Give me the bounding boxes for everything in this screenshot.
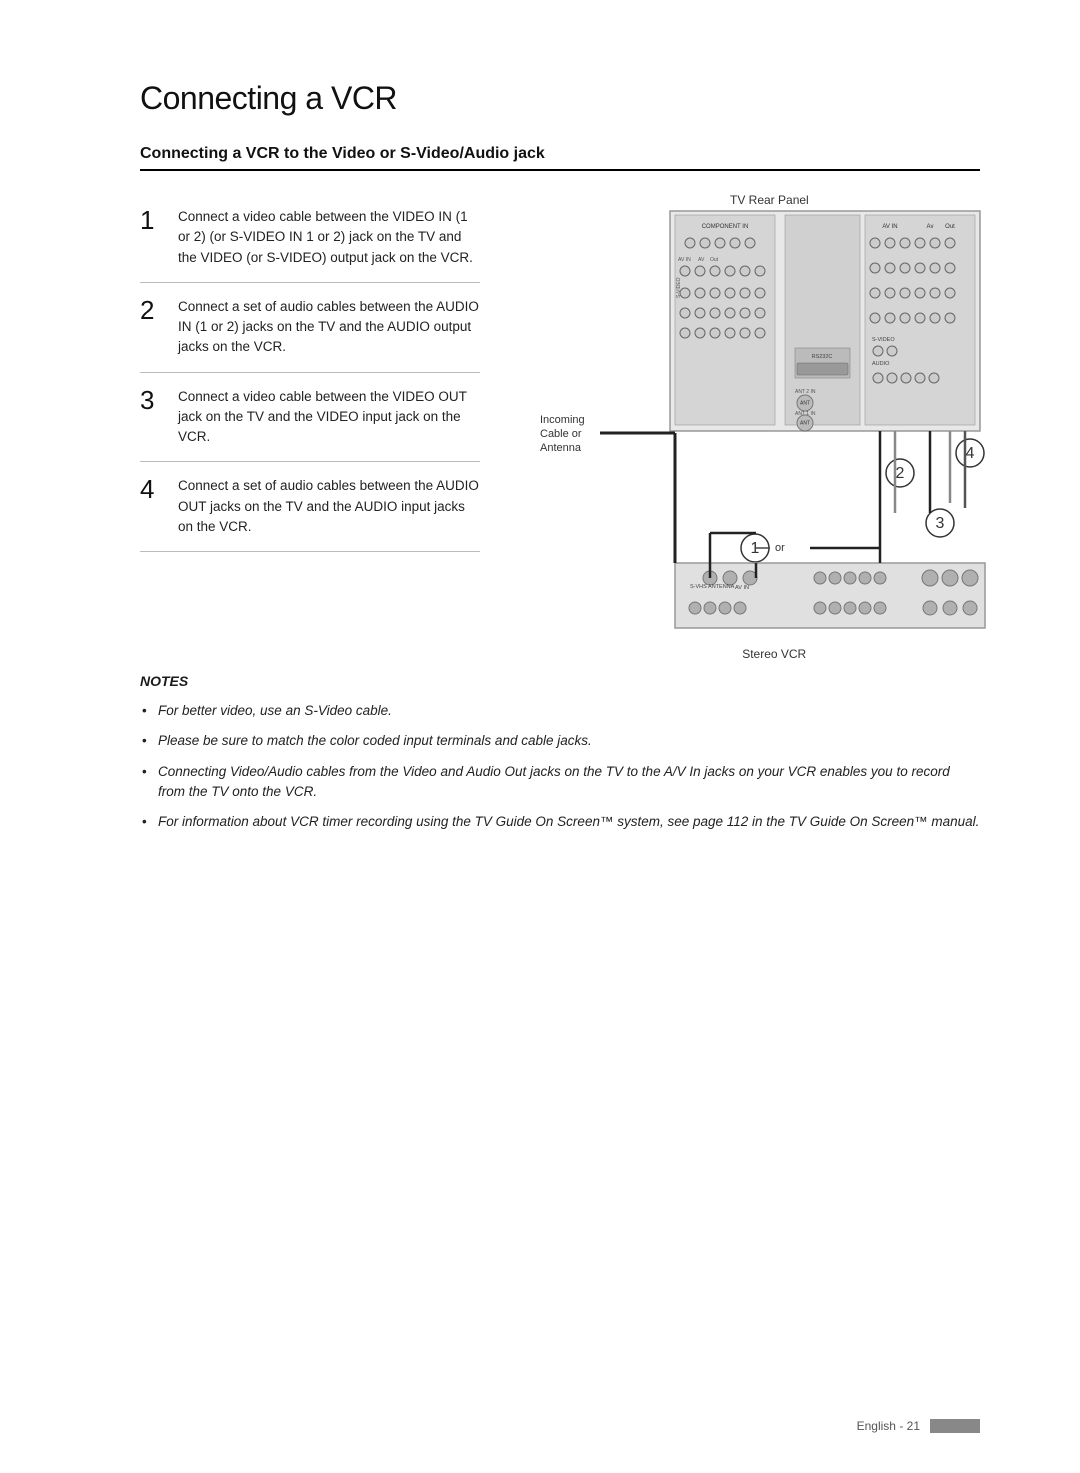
svg-text:AV: AV [698,257,705,263]
svg-text:Out: Out [710,257,719,263]
notes-section: NOTES For better video, use an S-Video c… [140,673,980,832]
stereo-vcr-label: Stereo VCR [742,647,806,661]
svg-text:ANT 2 IN: ANT 2 IN [795,389,816,395]
svg-text:RS232C: RS232C [812,354,833,360]
note-item-1: For better video, use an S-Video cable. [140,701,980,721]
diagram-area: TV Rear Panel COMPONENT IN AV IN [510,193,1000,643]
svg-text:AV IN: AV IN [735,585,749,591]
svg-text:AV IN: AV IN [678,257,691,263]
step-3-number: 3 [140,387,164,448]
page: Connecting a VCR Connecting a VCR to the… [0,0,1080,1473]
notes-list: For better video, use an S-Video cable. … [140,701,980,832]
page-footer: English - 21 [857,1419,980,1433]
step-4-text: Connect a set of audio cables between th… [178,476,480,537]
svg-text:Antenna: Antenna [540,442,582,454]
svg-text:AUDIO: AUDIO [872,361,890,367]
note-item-2: Please be sure to match the color coded … [140,731,980,751]
svg-text:2: 2 [896,465,905,482]
step-4-number: 4 [140,476,164,537]
svg-text:Cable or: Cable or [540,428,582,440]
steps-column: 1 Connect a video cable between the VIDE… [140,193,480,643]
svg-text:AV IN: AV IN [882,224,897,230]
step-2: 2 Connect a set of audio cables between … [140,283,480,373]
step-3-text: Connect a video cable between the VIDEO … [178,387,480,448]
svg-text:3: 3 [936,515,945,532]
svg-text:ANT: ANT [800,400,810,406]
notes-title: NOTES [140,673,980,689]
svg-text:Av: Av [927,224,934,230]
content-area: 1 Connect a video cable between the VIDE… [140,193,980,643]
section-title: Connecting a VCR to the Video or S-Video… [140,145,980,171]
svg-text:S-VHS ANTENNA: S-VHS ANTENNA [690,584,735,590]
svg-text:ANT 1 IN: ANT 1 IN [795,411,816,417]
step-3: 3 Connect a video cable between the VIDE… [140,373,480,463]
svg-text:S-VIDEO: S-VIDEO [872,337,895,343]
note-item-4: For information about VCR timer recordin… [140,812,980,832]
connection-diagram: COMPONENT IN AV IN AV Out [510,193,1000,643]
page-footer-bar [930,1419,980,1433]
svg-text:or: or [775,542,785,554]
svg-text:ANT: ANT [800,420,810,426]
step-2-text: Connect a set of audio cables between th… [178,297,480,358]
svg-text:4: 4 [966,445,975,462]
step-4: 4 Connect a set of audio cables between … [140,462,480,552]
step-1-number: 1 [140,207,164,268]
note-item-3: Connecting Video/Audio cables from the V… [140,762,980,803]
step-1-text: Connect a video cable between the VIDEO … [178,207,480,268]
step-1: 1 Connect a video cable between the VIDE… [140,193,480,283]
svg-text:COMPONENT IN: COMPONENT IN [702,224,749,230]
page-title: Connecting a VCR [140,80,980,117]
svg-text:Out: Out [945,224,955,230]
page-footer-text: English - 21 [857,1419,920,1433]
step-2-number: 2 [140,297,164,358]
svg-text:Incoming: Incoming [540,414,585,426]
